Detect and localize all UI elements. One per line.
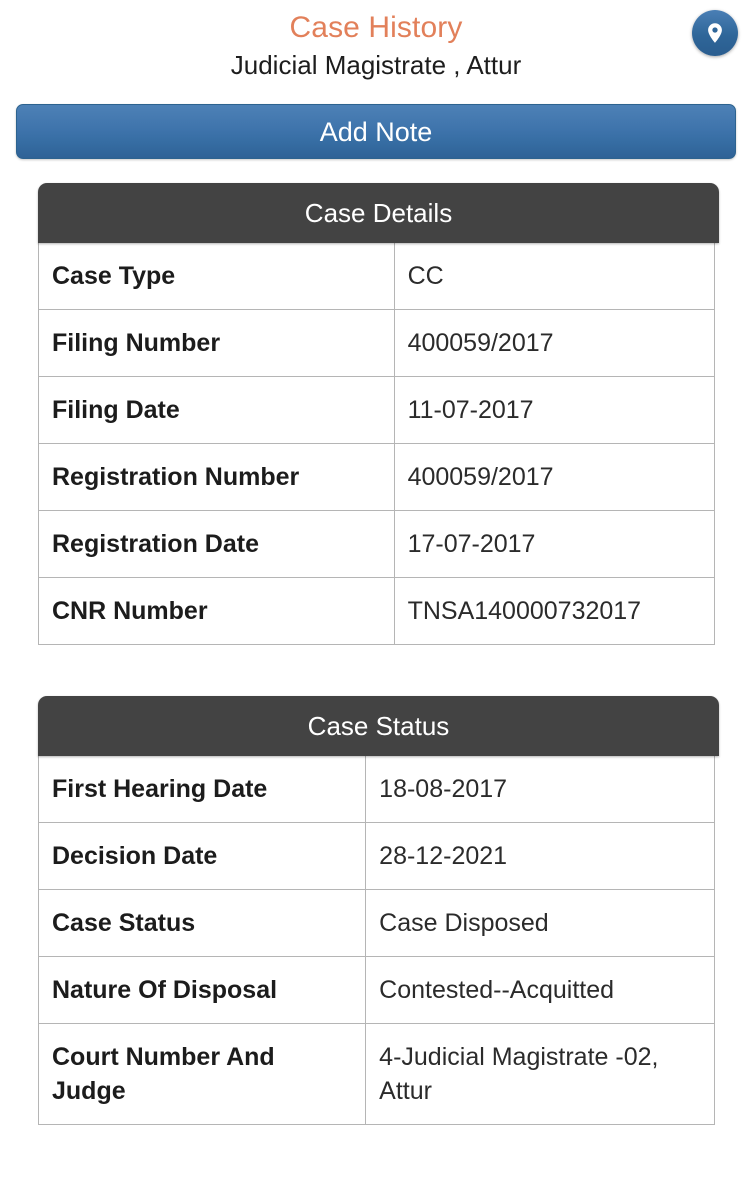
table-row: Filing Date 11-07-2017 xyxy=(38,376,715,444)
table-row: First Hearing Date 18-08-2017 xyxy=(38,756,715,823)
row-value: 400059/2017 xyxy=(393,443,715,511)
row-label: Nature Of Disposal xyxy=(38,956,367,1024)
row-label: Case Type xyxy=(38,243,395,310)
case-details-table: Case Type CC Filing Number 400059/2017 F… xyxy=(38,243,715,645)
row-value: 400059/2017 xyxy=(393,309,715,377)
table-row: Nature Of Disposal Contested--Acquitted xyxy=(38,956,715,1024)
row-label: Decision Date xyxy=(38,822,367,890)
row-value: 17-07-2017 xyxy=(393,510,715,578)
table-row: Decision Date 28-12-2021 xyxy=(38,822,715,890)
row-value: 18-08-2017 xyxy=(365,756,715,823)
row-value: 28-12-2021 xyxy=(365,822,715,890)
case-history-page: Case History Judicial Magistrate , Attur… xyxy=(0,0,752,1200)
case-status-card: Case Status First Hearing Date 18-08-201… xyxy=(38,696,719,1125)
row-label: Registration Date xyxy=(38,510,395,578)
case-details-card-title: Case Details xyxy=(38,183,719,243)
location-pin-button[interactable] xyxy=(692,10,738,56)
row-label: Filing Date xyxy=(38,376,395,444)
row-value: Contested--Acquitted xyxy=(365,956,715,1024)
page-header: Case History Judicial Magistrate , Attur xyxy=(0,0,752,86)
row-value: CC xyxy=(393,243,715,310)
location-pin-icon xyxy=(703,21,727,45)
row-label: Case Status xyxy=(38,889,367,957)
table-row: Registration Date 17-07-2017 xyxy=(38,510,715,578)
table-row: Registration Number 400059/2017 xyxy=(38,443,715,511)
row-value: Case Disposed xyxy=(365,889,715,957)
add-note-button[interactable]: Add Note xyxy=(16,104,736,159)
table-row: Case Type CC xyxy=(38,243,715,310)
table-row: Court Number And Judge 4-Judicial Magist… xyxy=(38,1023,715,1125)
case-status-table: First Hearing Date 18-08-2017 Decision D… xyxy=(38,756,715,1125)
row-label: Court Number And Judge xyxy=(38,1023,367,1125)
row-value: 11-07-2017 xyxy=(393,376,715,444)
row-value: TNSA140000732017 xyxy=(393,577,715,645)
row-label: Filing Number xyxy=(38,309,395,377)
table-row: Filing Number 400059/2017 xyxy=(38,309,715,377)
row-value: 4-Judicial Magistrate -02, Attur xyxy=(365,1023,715,1125)
row-label: First Hearing Date xyxy=(38,756,367,823)
table-row: Case Status Case Disposed xyxy=(38,889,715,957)
court-name: Judicial Magistrate , Attur xyxy=(230,50,522,80)
case-status-card-title: Case Status xyxy=(38,696,719,756)
page-title: Case History xyxy=(289,11,463,44)
row-label: CNR Number xyxy=(38,577,395,645)
row-label: Registration Number xyxy=(38,443,395,511)
case-details-card: Case Details Case Type CC Filing Number … xyxy=(38,183,719,645)
table-row: CNR Number TNSA140000732017 xyxy=(38,577,715,645)
